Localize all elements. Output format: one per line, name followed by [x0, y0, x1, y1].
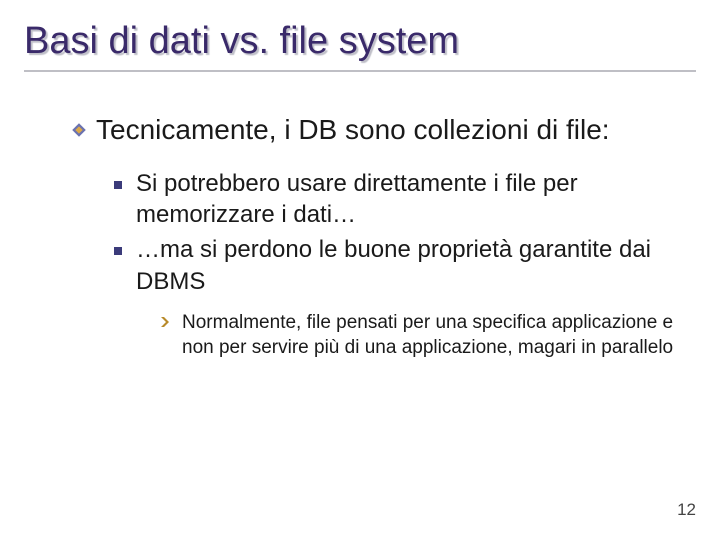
bullet-level3-text: Normalmente, file pensati per una specif… [182, 311, 692, 360]
bullet-level2-text: …ma si perdono le buone proprietà garant… [136, 234, 692, 296]
bullet-level2-text: Si potrebbero usare direttamente i file … [136, 168, 692, 230]
square-bullet-icon [114, 181, 122, 189]
bullet-level1-text: Tecnicamente, i DB sono collezioni di fi… [96, 112, 610, 148]
page-number: 12 [677, 500, 696, 520]
bullet-level3-group: Normalmente, file pensati per una specif… [70, 311, 692, 360]
slide-title: Basi di dati vs. file system [24, 20, 696, 64]
square-bullet-icon [114, 247, 122, 255]
diamond-bullet-icon [70, 121, 88, 144]
slide-body: Tecnicamente, i DB sono collezioni di fi… [24, 84, 696, 361]
title-underline [24, 70, 696, 72]
bullet-level3: Normalmente, file pensati per una specif… [158, 311, 692, 360]
bullet-level2: …ma si perdono le buone proprietà garant… [114, 234, 692, 296]
title-block: Basi di dati vs. file system [24, 20, 696, 76]
chevron-bullet-icon [158, 315, 172, 334]
slide: Basi di dati vs. file system Tecnicament… [0, 0, 720, 540]
bullet-level2-group: Si potrebbero usare direttamente i file … [70, 168, 692, 297]
bullet-level2: Si potrebbero usare direttamente i file … [114, 168, 692, 230]
bullet-level1: Tecnicamente, i DB sono collezioni di fi… [70, 112, 692, 148]
